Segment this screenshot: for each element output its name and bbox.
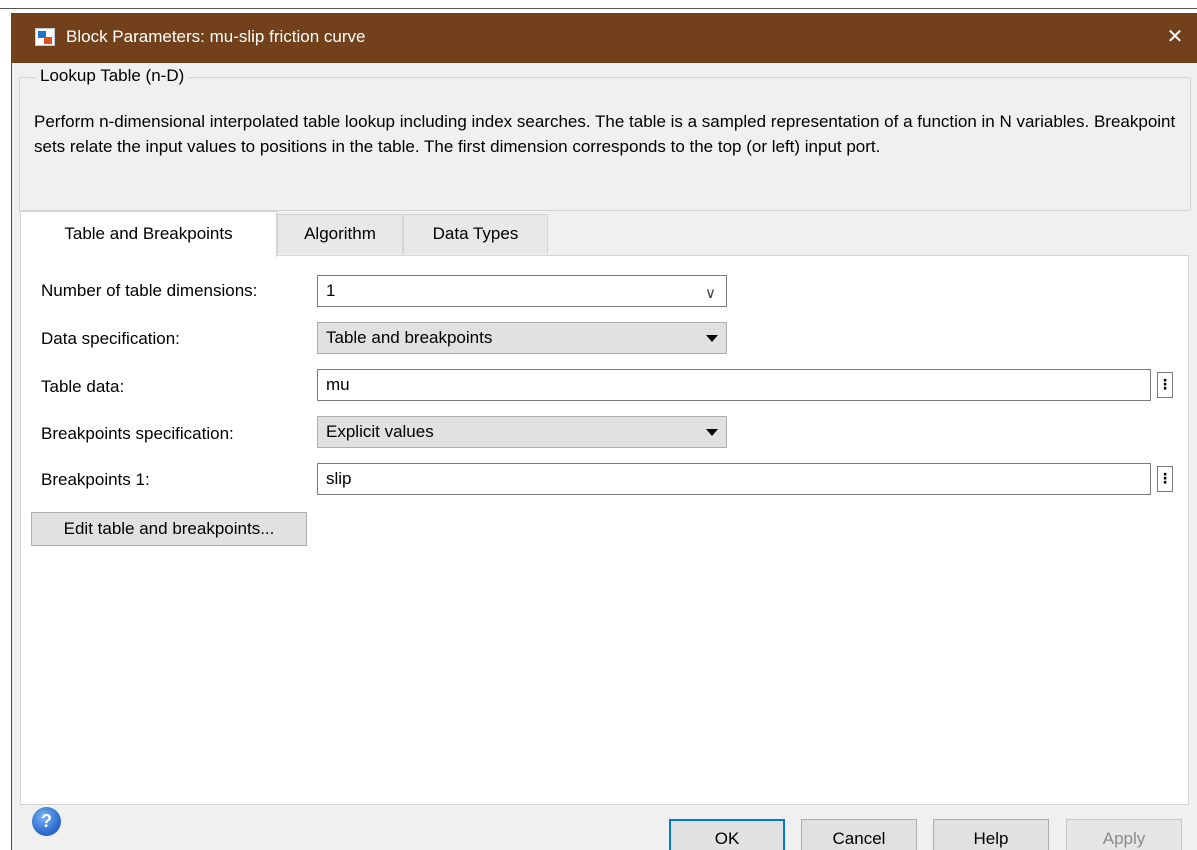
dropdown-arrow-icon [706,429,718,436]
close-icon[interactable]: ✕ [1152,13,1197,63]
breakpoints-1-label: Breakpoints 1: [41,470,150,489]
num-dimensions-label: Number of table dimensions: [41,281,258,300]
help-button[interactable]: Help [933,819,1049,850]
background-border [0,8,1197,9]
dropdown-arrow-icon [706,335,718,342]
data-spec-select[interactable]: Table and breakpoints [317,322,727,354]
window-title: Block Parameters: mu-slip friction curve [66,27,366,46]
breakpoints-1-more-icon[interactable]: ⋮ [1157,466,1173,492]
table-data-input[interactable]: mu [317,369,1151,401]
tab-data-types[interactable]: Data Types [403,214,548,254]
apply-button[interactable]: Apply [1066,819,1182,850]
num-dimensions-value: 1 [326,281,336,300]
table-data-more-icon[interactable]: ⋮ [1157,372,1173,398]
block-description: Perform n-dimensional interpolated table… [34,112,1176,156]
breakpoints-1-input[interactable]: slip [317,463,1151,495]
data-spec-value: Table and breakpoints [326,328,493,347]
bp-spec-value: Explicit values [326,422,434,441]
table-data-label: Table data: [41,377,125,396]
ok-button[interactable]: OK [669,819,785,850]
chevron-down-icon: ∨ [705,285,716,302]
bp-spec-select[interactable]: Explicit values [317,416,727,448]
data-spec-label: Data specification: [41,329,180,348]
group-title: Lookup Table (n-D) [36,66,189,86]
tab-table-and-breakpoints[interactable]: Table and Breakpoints [20,211,277,257]
cancel-button[interactable]: Cancel [801,819,917,850]
simulink-block-icon [35,28,55,46]
bp-spec-label: Breakpoints specification: [41,424,234,443]
edit-table-button[interactable]: Edit table and breakpoints... [31,512,307,546]
tab-panel: Number of table dimensions: 1 ∨ Data spe… [20,255,1189,805]
title-bar[interactable]: Block Parameters: mu-slip friction curve… [12,13,1197,63]
num-dimensions-combo[interactable]: 1 ∨ [317,275,727,307]
block-parameters-dialog: Block Parameters: mu-slip friction curve… [11,13,1197,850]
tab-algorithm[interactable]: Algorithm [277,214,403,254]
help-icon[interactable]: ? [32,807,61,836]
